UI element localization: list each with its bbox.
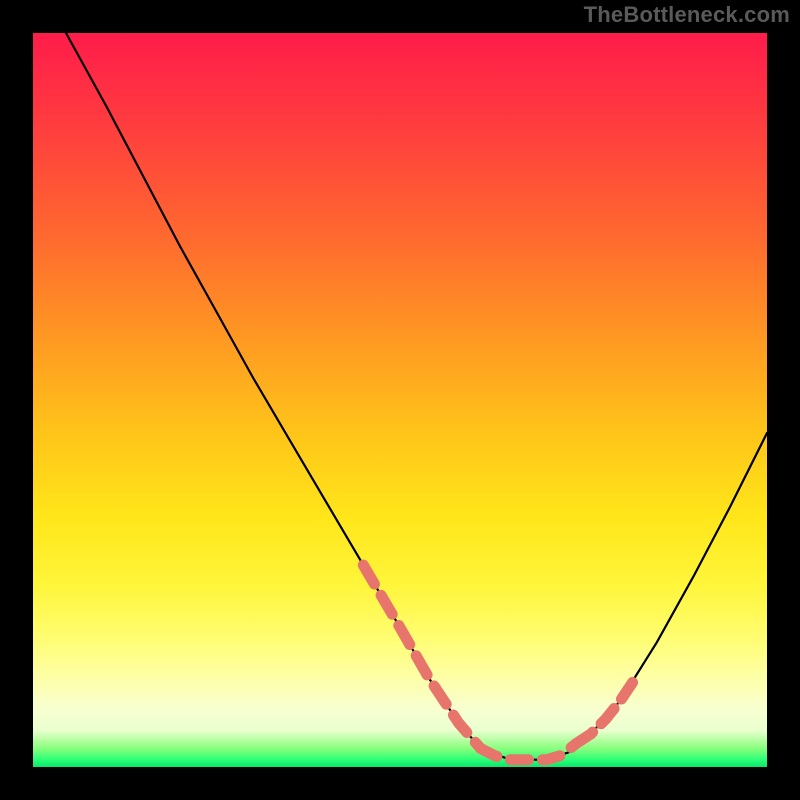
chart-frame: TheBottleneck.com	[0, 0, 800, 800]
watermark-text: TheBottleneck.com	[584, 2, 790, 28]
gradient-plot-area	[33, 33, 767, 767]
